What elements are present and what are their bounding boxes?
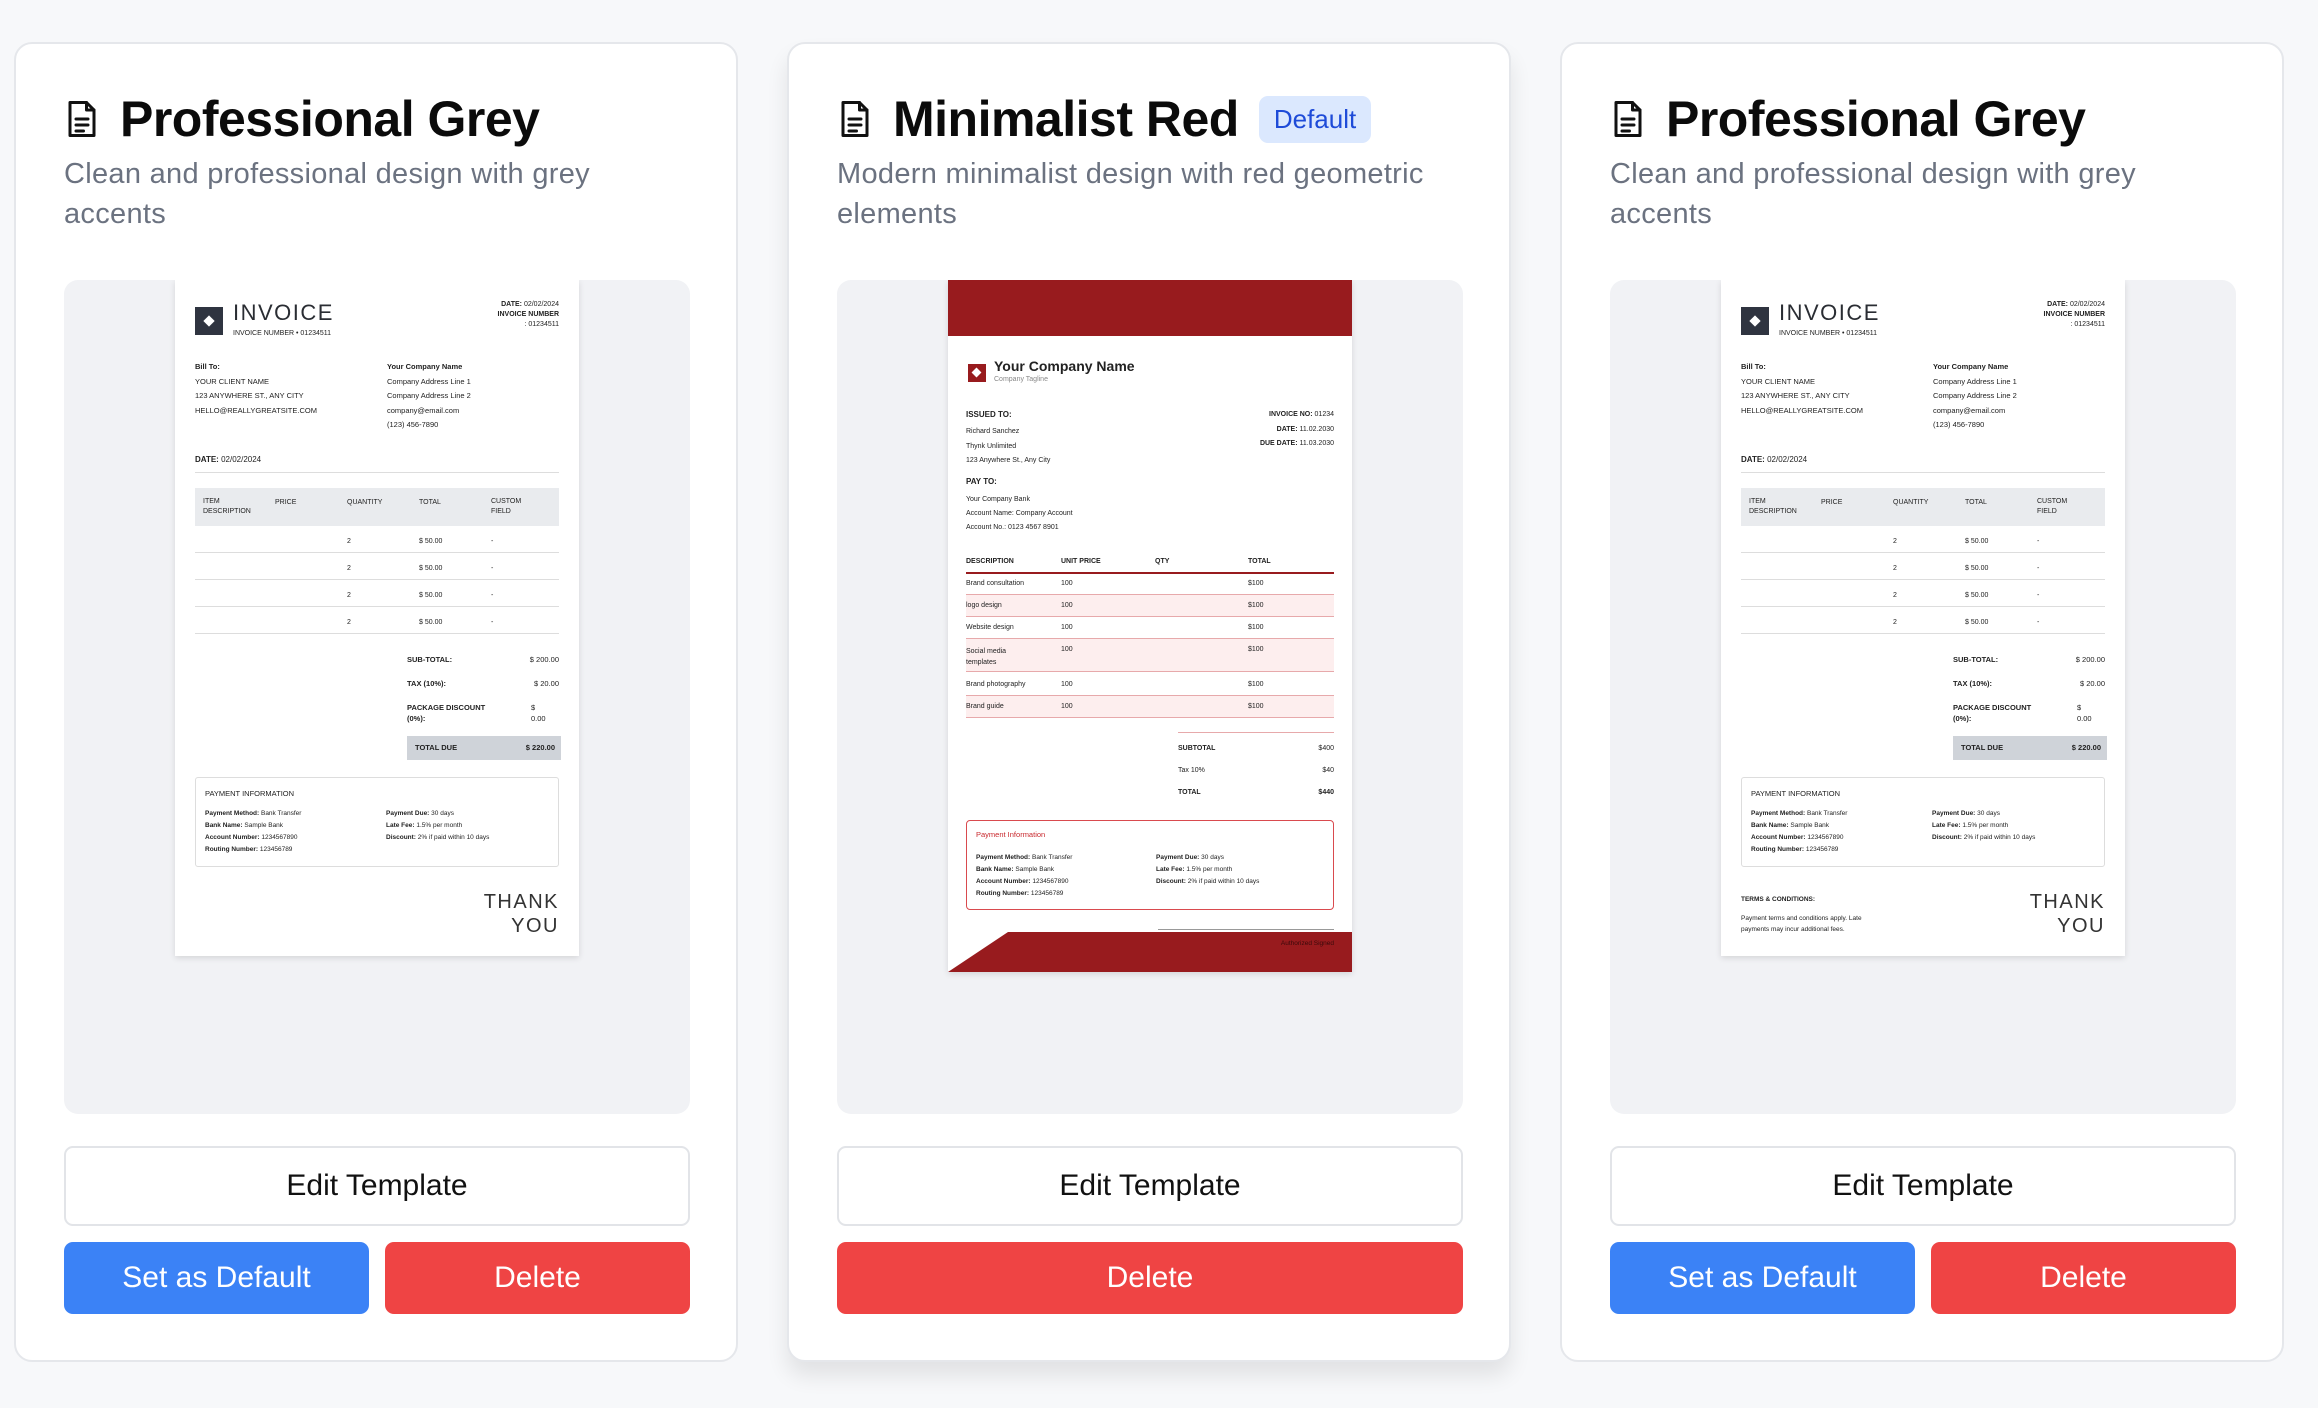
signature-label: Authorized Signed bbox=[1280, 940, 1334, 947]
invoice-logo-icon bbox=[968, 364, 986, 382]
issued-to-lines: Richard Sanchez Thynk Unlimited 123 Anywhe… bbox=[966, 428, 1051, 464]
invoice-number-line: INVOICE NUMBER • 01234511 bbox=[1779, 330, 1878, 337]
template-preview[interactable]: INVOICE INVOICE NUMBER • 01234511 DATE: … bbox=[1610, 280, 2236, 1114]
invoice-preview-grey: INVOICE INVOICE NUMBER • 01234511 DATE: … bbox=[1721, 280, 2125, 956]
discount-value: $0.00 bbox=[531, 703, 546, 723]
document-icon bbox=[64, 99, 100, 139]
terms-title: TERMS & CONDITIONS: bbox=[1741, 896, 1816, 903]
discount-label: PACKAGE DISCOUNT (0%): bbox=[407, 703, 486, 723]
invoice-logo-icon bbox=[195, 307, 223, 335]
card-title: Professional Grey bbox=[1666, 91, 2086, 147]
card-title-row: Professional Grey bbox=[64, 88, 540, 150]
invoice-preview-grey: INVOICE INVOICE NUMBER • 01234511 DATE: … bbox=[175, 280, 579, 956]
template-card-professional-grey: Professional Grey Clean and professional… bbox=[1560, 42, 2284, 1362]
document-icon bbox=[837, 99, 873, 139]
invoice-logo-icon bbox=[1741, 307, 1769, 335]
delete-button[interactable]: Delete bbox=[837, 1242, 1463, 1314]
tax-label: Tax 10% bbox=[1178, 767, 1205, 774]
card-title: Minimalist Red bbox=[893, 91, 1239, 147]
items-table-header: ITEM DESCRIPTION PRICE QUANTITY TOTAL CU… bbox=[195, 488, 559, 526]
tax-value: $40 bbox=[1322, 767, 1334, 774]
issued-to-label: ISSUED TO: bbox=[966, 410, 1012, 419]
template-preview[interactable]: INVOICE INVOICE NUMBER • 01234511 DATE: … bbox=[64, 280, 690, 1114]
card-title-row: Minimalist Red Default bbox=[837, 88, 1372, 150]
tax-value: $ 20.00 bbox=[2079, 679, 2105, 688]
company-info: Your Company Name Company Address Line 1C… bbox=[1933, 362, 2017, 429]
card-title-row: Professional Grey bbox=[1610, 88, 2086, 150]
total-due: TOTAL DUE $ 220.00 bbox=[1953, 736, 2107, 760]
edit-template-button[interactable]: Edit Template bbox=[837, 1146, 1463, 1226]
company-name: Your Company Name bbox=[994, 358, 1135, 374]
invoice-meta: DATE: 02/02/2024 INVOICE NUMBER: 01234511 bbox=[2043, 301, 2105, 328]
card-description: Clean and professional design with grey … bbox=[1610, 158, 2136, 230]
invoice-meta: INVOICE NO: 01234 DATE: 11.02.2030 DUE DAT… bbox=[1259, 411, 1334, 447]
payment-info-box: PAYMENT INFORMATION Payment Method: Bank… bbox=[1741, 777, 2105, 867]
invoice-preview-red: Your Company Name Company Tagline ISSUED… bbox=[948, 280, 1352, 972]
bill-to: Bill To: YOUR CLIENT NAME 123 ANYWHERE ST.… bbox=[1741, 362, 1863, 415]
invoice-title: INVOICE bbox=[1779, 300, 1880, 325]
invoice-title: INVOICE bbox=[233, 300, 334, 325]
edit-template-button[interactable]: Edit Template bbox=[1610, 1146, 2236, 1226]
body-date: DATE: 02/02/2024 bbox=[1741, 455, 1808, 464]
card-title: Professional Grey bbox=[120, 91, 540, 147]
total-value: $440 bbox=[1318, 789, 1334, 796]
invoice-number-line: INVOICE NUMBER • 01234511 bbox=[233, 330, 332, 337]
invoice-meta: DATE: 02/02/2024 INVOICE NUMBER: 01234511 bbox=[497, 301, 559, 328]
company-tagline: Company Tagline bbox=[994, 376, 1048, 383]
red-footer-shape bbox=[948, 932, 1352, 972]
set-default-button[interactable]: Set as Default bbox=[64, 1242, 369, 1314]
discount-value: $0.00 bbox=[2077, 703, 2092, 723]
subtotal-value: $ 200.00 bbox=[2075, 655, 2105, 664]
thank-you: THANK YOU bbox=[483, 891, 559, 937]
total-label: TOTAL bbox=[1178, 789, 1201, 796]
edit-template-button[interactable]: Edit Template bbox=[64, 1146, 690, 1226]
payment-info-box: PAYMENT INFORMATION Payment Method: Bank… bbox=[195, 777, 559, 867]
tax-label: TAX (10%): bbox=[1953, 679, 1993, 688]
card-description: Modern minimalist design with red geomet… bbox=[837, 158, 1424, 230]
discount-label: PACKAGE DISCOUNT (0%): bbox=[1953, 703, 2032, 723]
document-icon bbox=[1610, 99, 1646, 139]
subtotal-value: $400 bbox=[1318, 745, 1334, 752]
card-description: Clean and professional design with grey … bbox=[64, 158, 590, 230]
set-default-button[interactable]: Set as Default bbox=[1610, 1242, 1915, 1314]
tax-label: TAX (10%): bbox=[407, 679, 447, 688]
template-card-minimalist-red: Minimalist Red Default Modern minimalist… bbox=[787, 42, 1511, 1362]
tax-value: $ 20.00 bbox=[533, 679, 559, 688]
subtotal-label: SUBTOTAL bbox=[1178, 745, 1216, 752]
body-date: DATE: 02/02/2024 bbox=[195, 455, 262, 464]
bill-to: Bill To: YOUR CLIENT NAME 123 ANYWHERE ST.… bbox=[195, 362, 317, 415]
subtotal-label: SUB-TOTAL: bbox=[1953, 655, 1999, 664]
template-preview[interactable]: Your Company Name Company Tagline ISSUED… bbox=[837, 280, 1463, 1114]
total-due: TOTAL DUE $ 220.00 bbox=[407, 736, 561, 760]
subtotal-value: $ 200.00 bbox=[529, 655, 559, 664]
default-badge: Default bbox=[1258, 95, 1372, 143]
delete-button[interactable]: Delete bbox=[385, 1242, 690, 1314]
pay-to-label: PAY TO: bbox=[966, 477, 997, 486]
company-info: Your Company Name Company Address Line 1C… bbox=[387, 362, 471, 429]
red-header-band bbox=[948, 280, 1352, 336]
delete-button[interactable]: Delete bbox=[1931, 1242, 2236, 1314]
thank-you: THANK YOU bbox=[2029, 891, 2105, 937]
subtotal-label: SUB-TOTAL: bbox=[407, 655, 453, 664]
template-card-professional-grey: Professional Grey Clean and professional… bbox=[14, 42, 738, 1362]
pay-to-lines: Your Company Bank Account Name: Company A… bbox=[966, 496, 1073, 531]
items-table-header: ITEM DESCRIPTION PRICE QUANTITY TOTAL CU… bbox=[1741, 488, 2105, 526]
payment-info-box: Payment Information Payment Method: Bank… bbox=[966, 820, 1334, 910]
terms-text: Payment terms and conditions apply. Late… bbox=[1741, 915, 1862, 933]
